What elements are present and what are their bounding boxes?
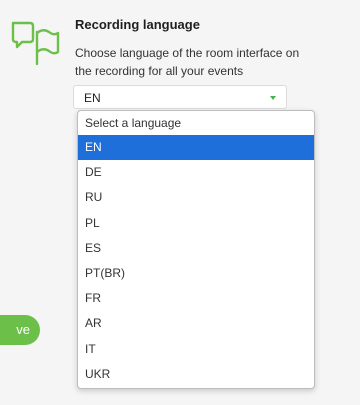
section-title: Recording language [75, 17, 200, 32]
chat-flag-icon [11, 21, 60, 66]
language-option-pt-br[interactable]: PT(BR) [78, 261, 314, 286]
language-option-pl[interactable]: PL [78, 211, 314, 236]
language-select[interactable]: EN [73, 85, 287, 109]
language-option-de[interactable]: DE [78, 160, 314, 185]
chevron-down-icon [270, 96, 276, 100]
save-button[interactable]: ve [0, 315, 40, 345]
language-option-ru[interactable]: RU [78, 185, 314, 210]
section-description: Choose language of the room interface on… [75, 46, 300, 78]
language-select-value: EN [84, 91, 101, 105]
language-option-ukr[interactable]: UKR [78, 362, 314, 387]
language-option-ar[interactable]: AR [78, 311, 314, 336]
language-option-fr[interactable]: FR [78, 286, 314, 311]
options-list: EN DE RU PL ES PT(BR) FR AR IT UKR [78, 135, 314, 387]
language-dropdown: Select a language EN DE RU PL ES PT(BR) FR AR IT… [77, 110, 315, 389]
language-option-es[interactable]: ES [78, 236, 314, 261]
dropdown-placeholder: Select a language [85, 116, 182, 130]
language-option-it[interactable]: IT [78, 337, 314, 362]
language-option-en[interactable]: EN [78, 135, 314, 161]
